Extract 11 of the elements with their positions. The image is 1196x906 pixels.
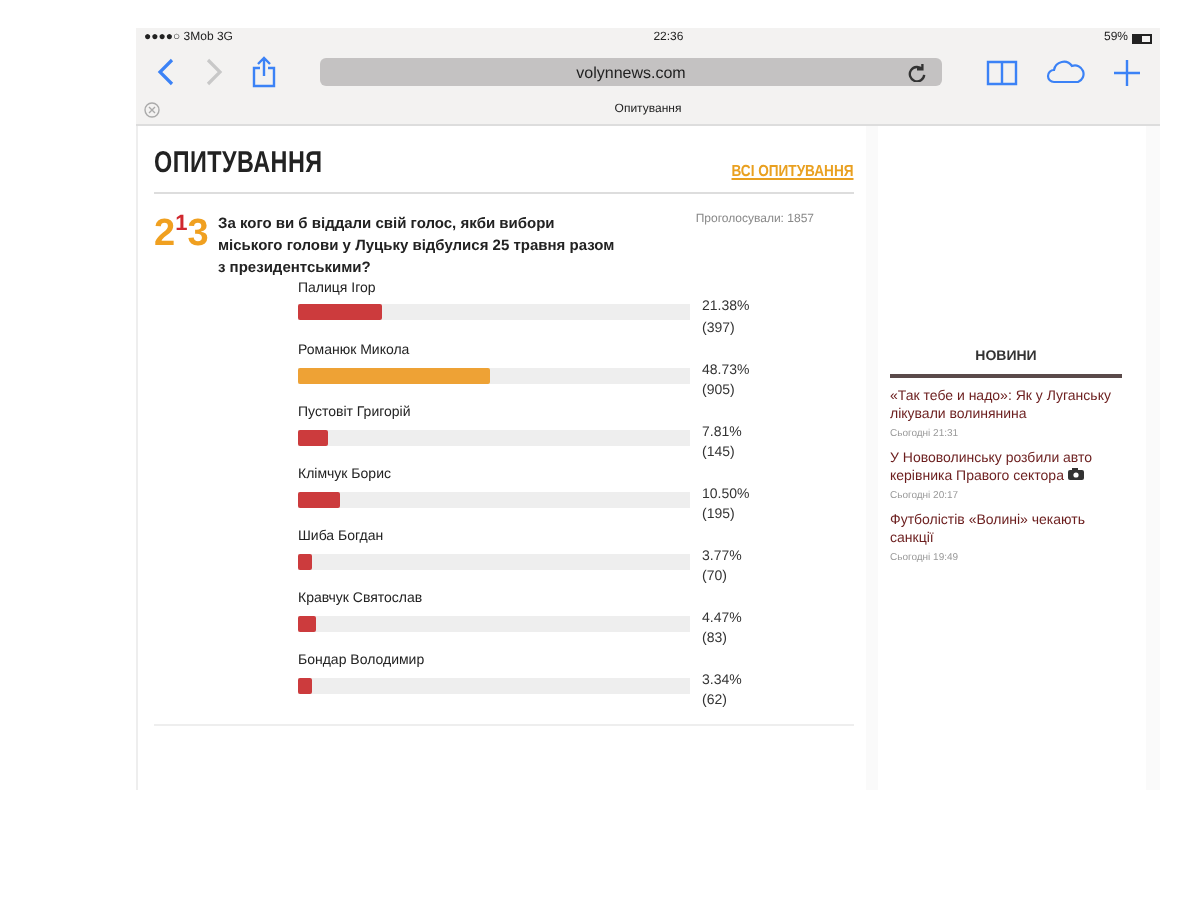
address-bar[interactable]: volynnews.com	[320, 58, 942, 86]
section-heading: ОПИТУВАННЯ	[154, 146, 323, 180]
plus-icon[interactable]	[1114, 59, 1140, 85]
close-icon[interactable]	[144, 102, 160, 118]
battery-icon	[1132, 33, 1152, 43]
cloud-icon[interactable]	[1046, 60, 1086, 84]
reload-icon[interactable]	[908, 63, 926, 81]
book-icon[interactable]	[986, 59, 1018, 85]
back-icon[interactable]	[156, 58, 176, 86]
share-icon[interactable]	[252, 56, 276, 88]
poll-logo: 2$^{1}$3	[154, 214, 211, 253]
